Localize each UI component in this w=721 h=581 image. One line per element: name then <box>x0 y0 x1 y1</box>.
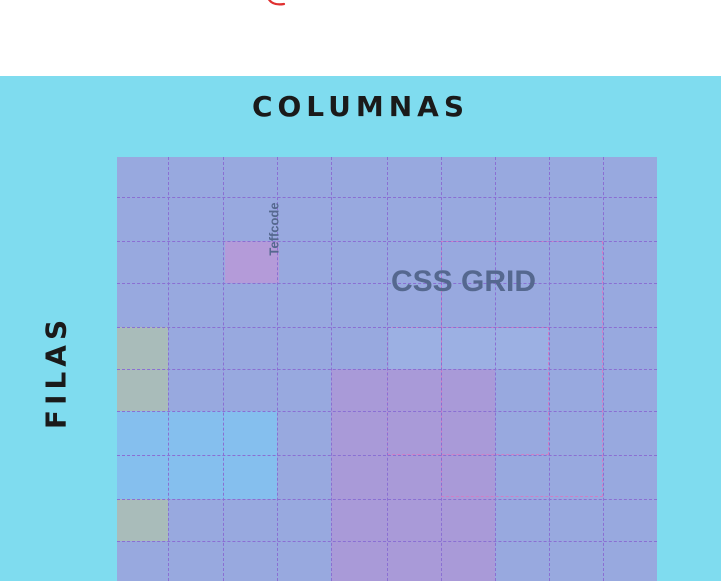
grid-line <box>117 499 657 500</box>
grid-line <box>117 541 657 542</box>
rows-title: FILAS <box>39 314 73 430</box>
grid-cell-olive <box>117 499 168 541</box>
columns-title: COLUMNAS <box>251 90 470 123</box>
css-grid-area: CSS GRID Teffcode <box>117 157 657 581</box>
red-pen-mark <box>267 0 286 6</box>
watermark-text: Teffcode <box>266 202 282 256</box>
grid-line <box>117 327 657 328</box>
grid-line <box>117 241 657 242</box>
grid-title: CSS GRID <box>391 265 537 298</box>
diagram-panel: COLUMNAS FILAS CSS GRID Teffcode <box>0 76 721 581</box>
grid-area-outline <box>387 327 549 455</box>
grid-line <box>117 197 657 198</box>
grid-line <box>117 455 657 456</box>
slide: COLUMNAS FILAS CSS GRID Teffcode <box>0 0 721 581</box>
grid-line <box>117 283 657 284</box>
grid-line <box>117 369 657 370</box>
grid-line <box>117 411 657 412</box>
